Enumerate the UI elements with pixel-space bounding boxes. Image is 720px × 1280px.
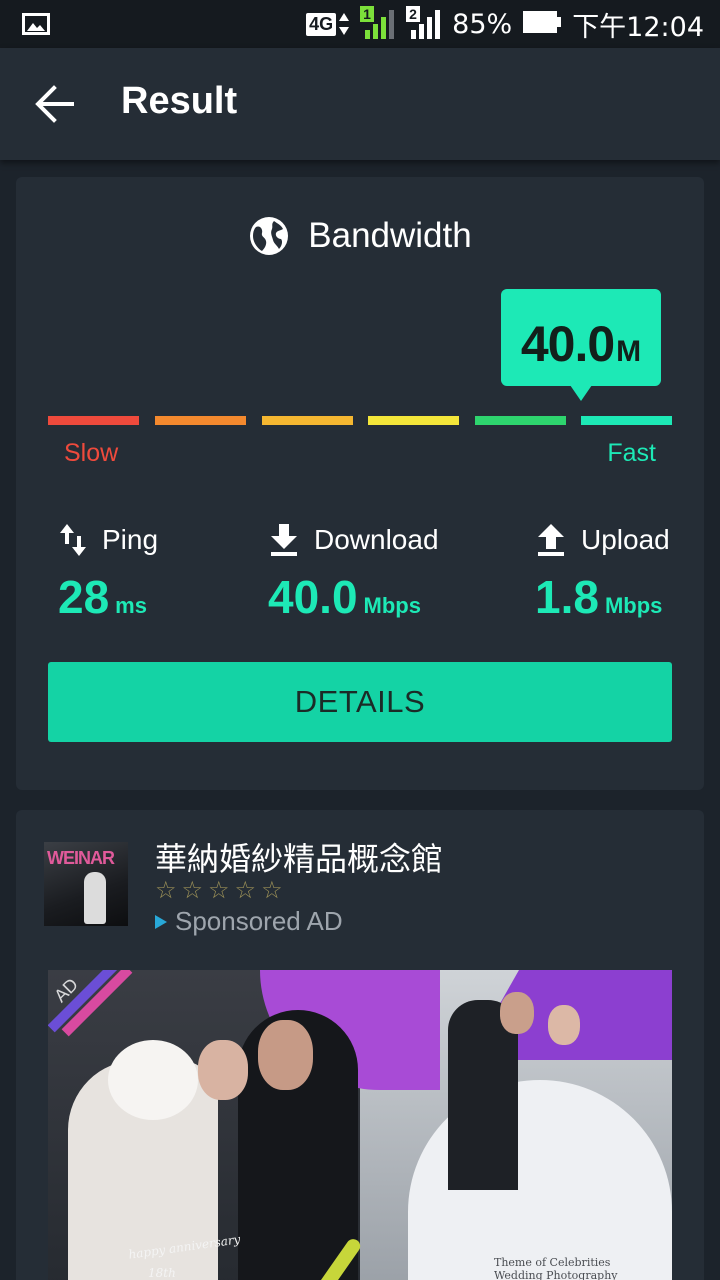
status-bar: 4G 1 2 85% 下午12:04 bbox=[0, 0, 720, 48]
ad-corner-badge: AD bbox=[48, 970, 138, 1037]
signal-sim2-icon: 2 bbox=[406, 6, 442, 40]
speed-value: 40.0 bbox=[520, 316, 615, 372]
ad-bride-right-face bbox=[548, 1005, 580, 1045]
gallery-icon bbox=[22, 12, 50, 41]
ad-rose-decor bbox=[108, 1040, 198, 1120]
speed-bubble-tail bbox=[570, 385, 592, 401]
scale-segment-4 bbox=[368, 416, 459, 425]
ad-groom-right-face bbox=[500, 992, 534, 1034]
scale-segment-1 bbox=[48, 416, 139, 425]
battery-icon bbox=[522, 10, 562, 39]
app-bar: Result bbox=[0, 48, 720, 160]
sponsored-label: Sponsored AD bbox=[175, 906, 343, 936]
upload-stat: Upload 1.8 Mbps bbox=[535, 522, 670, 624]
page-title: Result bbox=[121, 80, 238, 122]
ad-bride-face bbox=[198, 1040, 248, 1100]
ad-card[interactable]: WEINAR 華納婚紗精品概念館 ☆☆☆☆☆ Sponsored AD AD h… bbox=[16, 810, 704, 1280]
status-bar-right: 4G 1 2 85% 下午12:04 bbox=[306, 0, 704, 48]
ad-groom-face bbox=[258, 1020, 313, 1090]
upload-icon bbox=[538, 524, 564, 556]
speed-bubble: 40.0 M bbox=[501, 289, 661, 386]
details-button[interactable]: DETAILS bbox=[48, 662, 672, 742]
download-value: 40.0 bbox=[268, 571, 358, 623]
ad-choices-icon[interactable] bbox=[155, 914, 167, 929]
scale-segment-2 bbox=[155, 416, 246, 425]
slow-label: Slow bbox=[64, 439, 119, 467]
download-icon bbox=[271, 524, 297, 556]
fast-label: Fast bbox=[607, 439, 656, 467]
ping-value: 28 bbox=[58, 571, 110, 623]
download-unit: Mbps bbox=[363, 593, 421, 618]
scale-segment-6 bbox=[581, 416, 672, 425]
download-label: Download bbox=[314, 524, 439, 555]
scale-segment-3 bbox=[262, 416, 353, 425]
ad-logo-figure bbox=[84, 872, 106, 924]
upload-value: 1.8 bbox=[535, 571, 599, 623]
back-button[interactable] bbox=[34, 84, 78, 124]
ad-image[interactable]: AD happy anniversary 18th Theme of Celeb… bbox=[48, 970, 672, 1280]
ping-stat: Ping 28 ms bbox=[58, 522, 158, 624]
download-stat: Download 40.0 Mbps bbox=[268, 522, 439, 624]
ad-title[interactable]: 華納婚紗精品概念館 bbox=[155, 834, 443, 880]
arrow-back-icon bbox=[35, 85, 74, 123]
swap-vertical-icon bbox=[60, 524, 86, 556]
ping-unit: ms bbox=[115, 593, 147, 618]
bandwidth-label: Bandwidth bbox=[308, 216, 472, 255]
battery-percent: 85% bbox=[452, 8, 513, 40]
ad-logo-text: WEINAR bbox=[47, 848, 115, 868]
ad-logo[interactable]: WEINAR bbox=[44, 842, 128, 926]
ad-rating-stars: ☆☆☆☆☆ bbox=[155, 876, 288, 904]
scale-segment-5 bbox=[475, 416, 566, 425]
upload-label: Upload bbox=[581, 524, 670, 555]
network-4g-icon: 4G bbox=[306, 11, 350, 37]
clock: 下午12:04 bbox=[572, 11, 704, 43]
ad-caption-18th: 18th bbox=[148, 1266, 176, 1280]
sponsored-badge: Sponsored AD bbox=[155, 906, 343, 937]
ad-caption-celebrities: Theme of Celebrities Wedding Photography bbox=[494, 1256, 618, 1280]
ping-label: Ping bbox=[102, 524, 159, 555]
bandwidth-heading: Bandwidth bbox=[16, 215, 704, 257]
upload-unit: Mbps bbox=[604, 593, 663, 618]
signal-sim1-icon: 1 bbox=[360, 6, 396, 40]
speed-unit: M bbox=[616, 335, 642, 368]
globe-icon bbox=[250, 217, 289, 255]
result-card: Bandwidth 40.0 M Slow Fast Ping 28 ms Do… bbox=[16, 177, 704, 790]
